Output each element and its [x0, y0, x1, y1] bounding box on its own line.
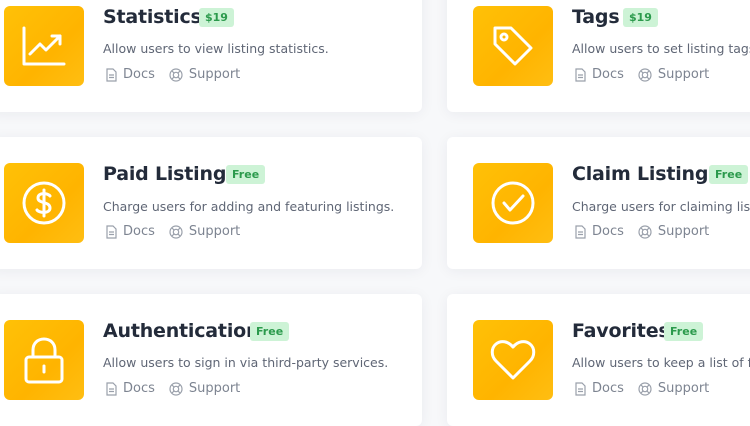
docs-link-label: Docs [592, 381, 624, 396]
docs-link-label: Docs [123, 381, 155, 396]
addon-card-paid-listings[interactable]: Paid Listings Free Charge users for addi… [0, 137, 422, 269]
support-link-label: Support [657, 224, 710, 239]
price-badge: $19 [199, 8, 234, 27]
support-link-label: Support [657, 67, 710, 82]
document-icon [575, 224, 586, 239]
price-badge: Free [226, 165, 266, 184]
addon-description: Allow users to keep a list of fav [572, 355, 750, 370]
lifebuoy-icon [169, 67, 183, 82]
addon-links: Docs Support [106, 224, 240, 239]
addon-description: Charge users for adding and featuring li… [103, 199, 395, 214]
lifebuoy-icon [638, 224, 652, 239]
heart-icon [473, 320, 553, 400]
addon-description: Charge users for claiming listin [572, 199, 750, 214]
document-icon [575, 381, 586, 396]
tag-icon [473, 6, 553, 86]
addon-card-tags[interactable]: Tags $19 Allow users to set listing tags… [447, 0, 750, 112]
checkmark-icon [473, 163, 553, 243]
addon-card-statistics[interactable]: Statistics $19 Allow users to view listi… [0, 0, 422, 112]
docs-link[interactable]: Docs [575, 381, 624, 396]
document-icon [106, 224, 117, 239]
addon-card-claim-listings[interactable]: Claim Listings Free Charge users for cla… [447, 137, 750, 269]
addon-title: Paid Listings [103, 163, 238, 185]
price-badge: Free [664, 322, 704, 341]
support-link[interactable]: Support [638, 67, 709, 82]
lifebuoy-icon [638, 67, 652, 82]
addon-description: Allow users to set listing tags. [572, 41, 750, 56]
chart-icon [4, 6, 84, 86]
addon-links: Docs Support [575, 67, 709, 82]
addon-title: Favorites [572, 320, 670, 342]
support-link[interactable]: Support [638, 224, 709, 239]
price-badge: Free [250, 322, 290, 341]
support-link[interactable]: Support [169, 381, 240, 396]
addon-description: Allow users to view listing statistics. [103, 41, 329, 56]
addon-card-favorites[interactable]: Favorites Free Allow users to keep a lis… [447, 294, 750, 426]
addon-title: Claim Listings [572, 163, 720, 185]
addon-links: Docs Support [106, 67, 240, 82]
addon-links: Docs Support [575, 224, 709, 239]
docs-link-label: Docs [592, 67, 624, 82]
support-link-label: Support [657, 381, 710, 396]
support-link[interactable]: Support [169, 224, 240, 239]
lock-icon [4, 320, 84, 400]
price-badge: Free [709, 165, 749, 184]
addon-links: Docs Support [106, 381, 240, 396]
document-icon [106, 67, 117, 82]
lifebuoy-icon [169, 381, 183, 396]
docs-link-label: Docs [123, 67, 155, 82]
docs-link[interactable]: Docs [106, 67, 155, 82]
docs-link-label: Docs [123, 224, 155, 239]
document-icon [575, 67, 586, 82]
addon-links: Docs Support [575, 381, 709, 396]
support-link-label: Support [188, 224, 241, 239]
docs-link[interactable]: Docs [575, 67, 624, 82]
support-link-label: Support [188, 67, 241, 82]
support-link-label: Support [188, 381, 241, 396]
support-link[interactable]: Support [638, 381, 709, 396]
document-icon [106, 381, 117, 396]
docs-link[interactable]: Docs [106, 381, 155, 396]
lifebuoy-icon [169, 224, 183, 239]
addon-title: Statistics [103, 6, 202, 28]
price-badge: $19 [623, 8, 658, 27]
dollar-icon [4, 163, 84, 243]
addon-title: Tags [572, 6, 620, 28]
addon-title: Authentication [103, 320, 260, 342]
support-link[interactable]: Support [169, 67, 240, 82]
docs-link[interactable]: Docs [106, 224, 155, 239]
addon-card-authentication[interactable]: Authentication Free Allow users to sign … [0, 294, 422, 426]
docs-link-label: Docs [592, 224, 624, 239]
docs-link[interactable]: Docs [575, 224, 624, 239]
addon-description: Allow users to sign in via third-party s… [103, 355, 389, 370]
lifebuoy-icon [638, 381, 652, 396]
